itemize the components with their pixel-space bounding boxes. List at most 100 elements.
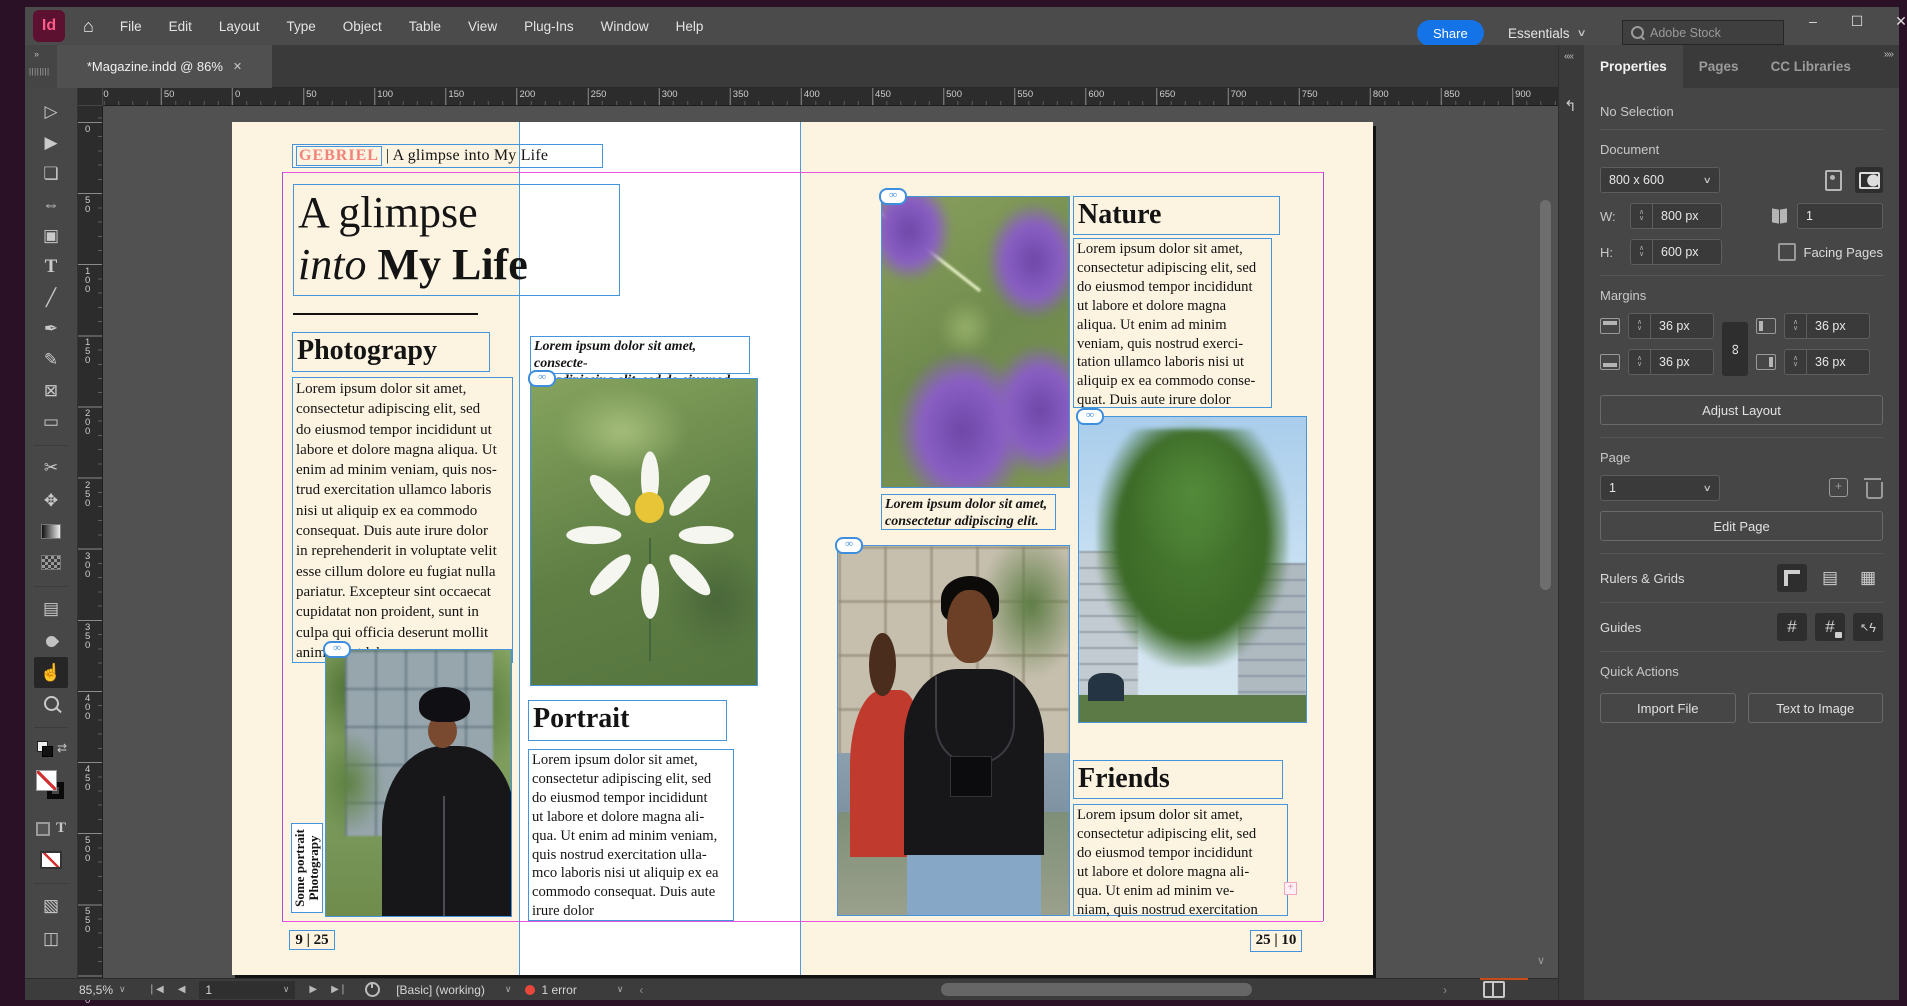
title-text-frame[interactable]: A glimpse into My Life <box>293 184 620 296</box>
expand-dock-icon[interactable]: »» <box>1884 49 1893 60</box>
menu-window[interactable]: Window <box>601 19 649 34</box>
next-page-button[interactable]: ▶ <box>309 984 317 995</box>
portrait-orientation-button[interactable] <box>1819 167 1847 193</box>
eyedropper-tool[interactable] <box>34 626 68 657</box>
current-page-dropdown[interactable]: 1 ∨ <box>1600 475 1720 501</box>
ruler-origin-corner[interactable] <box>78 88 103 106</box>
bottom-margin-value[interactable]: 36 px <box>1650 349 1714 375</box>
previous-page-button[interactable]: ◀ <box>178 984 186 995</box>
link-badge-icon[interactable]: ∞ <box>1076 408 1104 425</box>
menu-plugins[interactable]: Plug-Ins <box>524 19 574 34</box>
friends-body-frame[interactable]: Lorem ipsum dolor sit amet, consectetur … <box>1073 804 1288 916</box>
friends-heading-frame[interactable]: Friends <box>1073 760 1283 799</box>
first-page-button[interactable]: ❘◀ <box>148 984 164 995</box>
close-button[interactable]: ✕ <box>1891 13 1907 30</box>
tab-properties[interactable]: Properties <box>1584 45 1683 88</box>
bottom-margin-stepper[interactable]: ∧∨ 36 px <box>1628 349 1714 375</box>
show-guides-button[interactable]: # <box>1777 613 1807 641</box>
selection-tool[interactable]: ▷ <box>34 96 68 127</box>
menu-help[interactable]: Help <box>676 19 704 34</box>
vertical-scrollbar[interactable] <box>1540 200 1551 590</box>
apply-none-swatch[interactable] <box>34 844 68 875</box>
tab-pages[interactable]: Pages <box>1683 45 1755 88</box>
text-to-image-button[interactable]: Text to Image <box>1748 693 1884 723</box>
portrait-photo-frame[interactable]: ∞ <box>325 649 512 917</box>
scroll-right-arrow[interactable]: › <box>1443 983 1447 997</box>
scroll-down-icon[interactable]: ∨ <box>1537 954 1545 967</box>
gradient-feather-tool[interactable] <box>34 547 68 578</box>
link-margins-button[interactable]: ∞ <box>1722 322 1748 376</box>
hand-tool[interactable]: ☝ <box>34 657 68 688</box>
facing-pages-checkbox[interactable] <box>1778 243 1796 261</box>
scissors-tool[interactable]: ✂ <box>34 445 68 485</box>
scroll-left-arrow[interactable]: ‹ <box>639 983 643 997</box>
right-margin-value[interactable]: 36 px <box>1806 349 1870 375</box>
link-badge-icon[interactable]: ∞ <box>879 188 907 205</box>
right-margin-stepper[interactable]: ∧∨ 36 px <box>1784 349 1870 375</box>
menu-object[interactable]: Object <box>343 19 382 34</box>
vertical-ruler[interactable]: 05 01 0 01 5 02 0 02 5 03 0 03 5 04 0 04… <box>78 106 103 978</box>
rectangle-tool[interactable]: ▭ <box>34 406 68 437</box>
maximize-button[interactable]: ☐ <box>1847 13 1867 30</box>
tab-cc-libraries[interactable]: CC Libraries <box>1755 45 1867 88</box>
nature-heading-frame[interactable]: Nature <box>1073 196 1280 235</box>
flowers-photo-frame[interactable]: ∞ <box>881 196 1070 488</box>
nature-body-frame[interactable]: Lorem ipsum dolor sit amet, consectetur … <box>1073 238 1272 408</box>
pencil-tool[interactable]: ✎ <box>34 344 68 375</box>
swap-fill-stroke[interactable]: ⇄ <box>34 727 68 767</box>
menu-view[interactable]: View <box>468 19 497 34</box>
screen-mode[interactable]: ◫ <box>34 923 68 954</box>
top-margin-stepper[interactable]: ∧∨ 36 px <box>1628 313 1714 339</box>
friends-photo-frame[interactable]: ∞ <box>837 545 1070 916</box>
menu-edit[interactable]: Edit <box>169 19 192 34</box>
zoom-level-control[interactable]: 85,5% ∨ <box>79 983 126 997</box>
content-collector-tool[interactable]: ▣ <box>34 220 68 251</box>
type-tool[interactable]: T <box>34 251 68 282</box>
show-rulers-button[interactable] <box>1777 564 1807 592</box>
daisy-photo-frame[interactable]: ∞ <box>530 378 758 686</box>
horizontal-scrollbar[interactable] <box>941 983 1252 996</box>
top-margin-value[interactable]: 36 px <box>1650 313 1714 339</box>
baseline-grid-button[interactable]: ▤ <box>1815 564 1845 592</box>
workspace-switcher[interactable]: Essentials ∨ <box>1508 20 1585 46</box>
share-button[interactable]: Share <box>1417 20 1484 46</box>
photography-heading-frame[interactable]: Photograpy <box>292 332 490 372</box>
collapsed-panel-icon[interactable]: ↰ <box>1564 97 1577 115</box>
page-size-dropdown[interactable]: 800 x 600 ∨ <box>1600 167 1720 193</box>
adjust-layout-button[interactable]: Adjust Layout <box>1600 395 1883 425</box>
gap-tool[interactable]: ⇔ <box>34 189 68 220</box>
menu-table[interactable]: Table <box>409 19 441 34</box>
zoom-tool[interactable] <box>34 688 68 719</box>
frame-tool[interactable]: ⊠ <box>34 375 68 406</box>
error-status[interactable]: 1 error ∨ <box>525 983 623 997</box>
menu-layout[interactable]: Layout <box>219 19 260 34</box>
pages-count-field[interactable]: 1 <box>1797 203 1883 229</box>
fill-stroke-swatches[interactable] <box>34 767 68 813</box>
daisy-caption-frame[interactable]: Lorem ipsum dolor sit amet, consecte- tu… <box>530 336 750 374</box>
lock-guides-button[interactable]: # <box>1815 613 1845 641</box>
photography-body-frame[interactable]: Lorem ipsum dolor sit amet, consectetur … <box>292 377 513 663</box>
document-tab[interactable]: *Magazine.indd @ 86% ✕ <box>57 45 272 88</box>
width-stepper[interactable]: ∧∨ 800 px <box>1630 203 1722 229</box>
magazine-spread[interactable]: GEBRIEL | A glimpse into My Life A glimp… <box>232 122 1373 975</box>
link-badge-icon[interactable]: ∞ <box>323 641 351 658</box>
menu-type[interactable]: Type <box>286 19 315 34</box>
page-number-field[interactable]: 1 ∨ <box>199 981 295 999</box>
link-badge-icon[interactable]: ∞ <box>528 370 556 387</box>
vertical-caption-frame[interactable]: Some portrait Photograpy <box>291 823 323 913</box>
home-icon[interactable]: ⌂ <box>83 17 94 35</box>
right-page-number-frame[interactable]: 25 | 10 <box>1250 930 1302 952</box>
collapse-panels-icon[interactable]: «« <box>1564 51 1573 62</box>
last-page-button[interactable]: ▶❘ <box>331 984 347 995</box>
delete-page-icon[interactable] <box>1866 482 1883 499</box>
note-tool[interactable]: ▤ <box>34 586 68 626</box>
left-margin-stepper[interactable]: ∧∨ 36 px <box>1784 313 1870 339</box>
free-transform-tool[interactable]: ✥ <box>34 485 68 516</box>
left-margin-value[interactable]: 36 px <box>1806 313 1870 339</box>
pasteboard[interactable]: GEBRIEL | A glimpse into My Life A glimp… <box>103 106 1558 978</box>
pen-tool[interactable]: ✒ <box>34 313 68 344</box>
link-badge-icon[interactable]: ∞ <box>835 537 863 554</box>
menu-file[interactable]: File <box>120 19 142 34</box>
smart-guides-button[interactable]: ↖ϟ <box>1853 613 1883 641</box>
page-tool[interactable]: ❏ <box>34 158 68 189</box>
